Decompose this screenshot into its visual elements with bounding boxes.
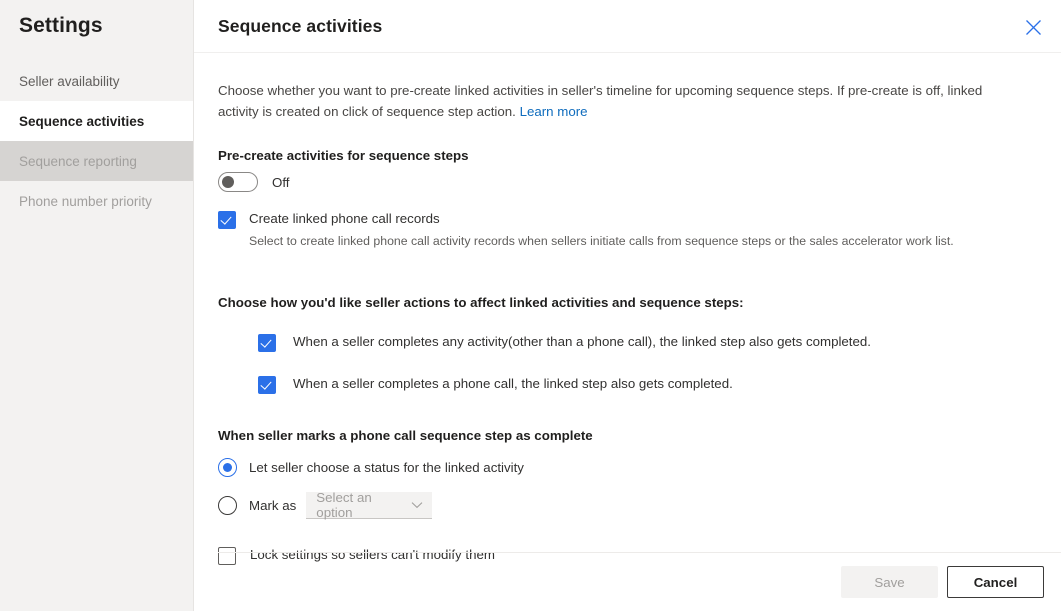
page-title: Sequence activities: [218, 16, 382, 37]
sidebar-item-label: Sequence reporting: [19, 154, 137, 169]
mark-as-radio[interactable]: [218, 496, 237, 515]
seller-action-option-row: When a seller completes a phone call, th…: [258, 375, 1037, 394]
let-seller-choose-label: Let seller choose a status for the linke…: [249, 460, 524, 475]
mark-as-label: Mark as: [249, 498, 296, 513]
radio-row-mark-as: Mark as Select an option: [218, 492, 1037, 519]
settings-nav-list: Seller availability Sequence activities …: [0, 61, 193, 221]
seller-actions-heading: Choose how you'd like seller actions to …: [218, 295, 1037, 310]
complete-any-activity-checkbox[interactable]: [258, 334, 276, 352]
settings-main-panel: Sequence activities Choose whether you w…: [194, 0, 1061, 611]
sidebar-item-seller-availability[interactable]: Seller availability: [0, 61, 193, 101]
settings-title: Settings: [0, 0, 193, 38]
toggle-knob: [222, 176, 234, 188]
precreate-toggle[interactable]: [218, 172, 258, 192]
panel-header: Sequence activities: [194, 0, 1061, 53]
sidebar-item-sequence-activities[interactable]: Sequence activities: [0, 101, 193, 141]
cancel-button[interactable]: Cancel: [947, 566, 1044, 598]
save-button[interactable]: Save: [841, 566, 938, 598]
sidebar-item-phone-number-priority[interactable]: Phone number priority: [0, 181, 193, 221]
radio-row-let-seller-choose: Let seller choose a status for the linke…: [218, 458, 1037, 477]
chevron-down-icon: [411, 496, 423, 514]
complete-phone-call-label: When a seller completes a phone call, th…: [293, 375, 733, 393]
sidebar-item-label: Phone number priority: [19, 194, 152, 209]
complete-any-activity-label: When a seller completes any activity(oth…: [293, 333, 871, 351]
precreate-toggle-row: Off: [218, 172, 1037, 192]
toggle-state-label: Off: [272, 175, 290, 190]
linked-call-records-row: Create linked phone call records: [218, 210, 1037, 229]
description-text: Choose whether you want to pre-create li…: [218, 83, 982, 119]
sidebar-item-label: Sequence activities: [19, 114, 144, 129]
linked-call-records-help: Select to create linked phone call activ…: [249, 233, 1037, 250]
complete-phone-call-checkbox[interactable]: [258, 376, 276, 394]
seller-action-option-row: When a seller completes any activity(oth…: [258, 333, 1037, 352]
precreate-label: Pre-create activities for sequence steps: [218, 148, 1037, 163]
linked-call-records-label: Create linked phone call records: [249, 210, 440, 228]
settings-sidebar: Settings Seller availability Sequence ac…: [0, 0, 194, 611]
mark-as-dropdown[interactable]: Select an option: [306, 492, 432, 519]
close-button[interactable]: [1017, 11, 1049, 43]
close-icon: [1025, 19, 1042, 36]
panel-body: Choose whether you want to pre-create li…: [194, 53, 1061, 565]
let-seller-choose-radio[interactable]: [218, 458, 237, 477]
sidebar-item-label: Seller availability: [19, 74, 120, 89]
mark-complete-heading: When seller marks a phone call sequence …: [218, 428, 1037, 443]
settings-dialog: Settings Seller availability Sequence ac…: [0, 0, 1061, 611]
learn-more-link[interactable]: Learn more: [520, 104, 588, 119]
sidebar-item-sequence-reporting[interactable]: Sequence reporting: [0, 141, 193, 181]
linked-call-records-checkbox[interactable]: [218, 211, 236, 229]
dialog-footer: Save Cancel: [218, 552, 1061, 611]
mark-as-dropdown-value: Select an option: [316, 490, 411, 520]
panel-description: Choose whether you want to pre-create li…: [218, 53, 1026, 122]
